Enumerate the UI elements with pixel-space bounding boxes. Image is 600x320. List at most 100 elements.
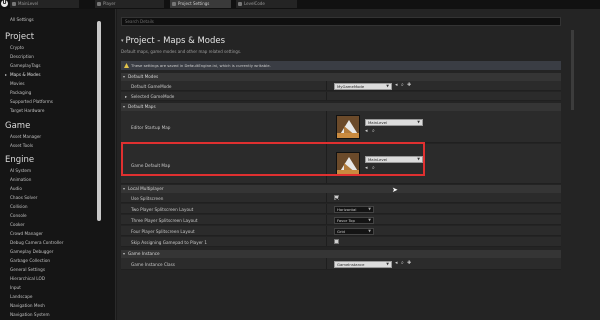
blueprint-icon [238,2,242,6]
expand-arrow-icon[interactable]: ▸ [125,94,127,99]
level-icon [12,2,16,6]
sidebar-item-packaging[interactable]: Packaging [10,90,31,96]
settings-sidebar: All Settings Project Crypto Description … [0,9,116,320]
search-input[interactable]: Search Details [121,17,561,26]
map-thumbnail[interactable] [336,115,360,139]
expand-arrow-icon: ▸ [5,72,8,77]
sidebar-all-settings[interactable]: All Settings [10,17,34,23]
annotation-highlight-box [121,142,425,176]
sidebar-item-crypto[interactable]: Crypto [10,45,24,51]
sidebar-item-console[interactable]: Console [10,213,27,219]
column-divider [326,111,327,142]
row-editor-startup-map: Editor Startup Map MainLevel ▼ ◂ ⌕ [121,111,561,143]
add-icon[interactable]: ✚ [407,82,411,88]
sidebar-item-collision[interactable]: Collision [10,204,28,210]
column-divider [326,81,327,90]
add-icon[interactable]: ✚ [407,260,411,266]
category-default-modes[interactable]: ▾ Default Modes [121,73,561,81]
sidebar-item-hierarchical-lod[interactable]: Hierarchical LOD [10,276,45,282]
column-divider [326,92,327,100]
chevron-down-icon: ▼ [368,218,371,222]
search-icon[interactable]: ⌕ [401,260,404,266]
tab-bar: U MainLevel Player Project Settings Leve… [0,0,600,9]
collapse-arrow-icon: ▾ [123,104,126,109]
sidebar-item-cooker[interactable]: Cooker [10,222,25,228]
sidebar-section-game: Game [5,121,31,131]
details-scrollbar[interactable] [571,30,574,110]
sidebar-item-description[interactable]: Description [10,54,34,60]
column-divider [326,258,327,269]
sidebar-item-garbage-collection[interactable]: Garbage Collection [10,258,50,264]
search-icon[interactable]: ⌕ [372,128,375,134]
sidebar-item-audio[interactable]: Audio [10,186,22,192]
sidebar-item-debug-camera-controller[interactable]: Debug Camera Controller [10,240,63,246]
three-player-layout-combo[interactable]: Favor Top ▼ [334,217,374,224]
browse-arrow-icon[interactable]: ◂ [365,128,368,134]
sidebar-item-gameplay-debugger[interactable]: Gameplay Debugger [10,249,53,255]
editor-startup-map-combo[interactable]: MainLevel ▼ [365,119,423,126]
config-notice: These settings are saved in DefaultEngin… [121,61,561,70]
category-game-instance[interactable]: ▾ Game Instance [121,250,561,258]
chevron-down-icon: ▼ [386,84,389,88]
search-icon[interactable]: ⌕ [401,82,404,88]
unreal-logo-icon: U [1,0,8,7]
sidebar-item-asset-manager[interactable]: Asset Manager [10,134,41,140]
row-three-player-layout: Three Player Splitscreen Layout Favor To… [121,215,561,225]
sidebar-item-landscape[interactable]: Landscape [10,294,33,300]
sidebar-scrollbar[interactable] [97,21,101,221]
tab-project-settings[interactable]: Project Settings [170,0,232,8]
four-player-layout-combo[interactable]: Grid ▼ [334,228,374,235]
row-skip-assigning-gamepad: Skip Assigning Gamepad to Player 1 [121,237,561,247]
sidebar-item-animation[interactable]: Animation [10,177,31,183]
column-divider [326,237,327,246]
tab-player[interactable]: Player [95,0,165,8]
warning-icon [124,63,129,68]
collapse-arrow-icon: ▾ [123,251,126,256]
category-default-maps[interactable]: ▾ Default Maps [121,103,561,111]
default-gamemode-combo[interactable]: MyGameMode ▼ [334,83,392,90]
sidebar-item-target-hardware[interactable]: Target Hardware [10,108,45,114]
sidebar-item-ai-system[interactable]: AI System [10,168,31,174]
browse-arrow-icon[interactable]: ◂ [395,82,398,88]
collapse-arrow-icon[interactable]: ▾ [121,38,124,44]
sidebar-item-asset-tools[interactable]: Asset Tools [10,143,33,149]
sidebar-section-project: Project [5,32,35,42]
use-splitscreen-checkbox[interactable] [334,195,339,200]
sidebar-item-navigation-mesh[interactable]: Navigation Mesh [10,303,45,309]
sidebar-item-crowd-manager[interactable]: Crowd Manager [10,231,43,237]
row-use-splitscreen: Use Splitscreen [121,193,561,203]
row-game-instance-class: Game Instance Class GameInstance ▼ ◂ ⌕ ✚ [121,258,561,270]
collapse-arrow-icon: ▾ [123,186,126,191]
settings-icon [172,2,176,6]
browse-arrow-icon[interactable]: ◂ [395,260,398,266]
column-divider [326,215,327,224]
column-divider [326,226,327,235]
row-default-gamemode: Default GameMode MyGameMode ▼ ◂ ⌕ ✚ [121,81,561,91]
chevron-down-icon: ▼ [417,120,420,124]
page-description: Default maps, game modes and other map r… [121,49,242,54]
row-four-player-layout: Four Player Splitscreen Layout Grid ▼ [121,226,561,236]
category-local-multiplayer[interactable]: ▾ Local Multiplayer [121,185,561,193]
chevron-down-icon: ▼ [386,262,389,266]
sidebar-item-maps-modes[interactable]: Maps & Modes [10,72,41,78]
two-player-layout-combo[interactable]: Horizontal ▼ [334,206,374,213]
skip-assigning-gamepad-checkbox[interactable] [334,239,339,244]
sidebar-item-movies[interactable]: Movies [10,81,25,87]
project-settings-window: U MainLevel Player Project Settings Leve… [0,0,600,320]
column-divider [326,193,327,202]
tab-mainlevel[interactable]: MainLevel [10,0,80,8]
collapse-arrow-icon: ▾ [123,74,126,79]
game-instance-class-combo[interactable]: GameInstance ▼ [334,261,392,268]
sidebar-item-gameplaytags[interactable]: GameplayTags [10,63,41,69]
tab-levelcode[interactable]: LevelCode [236,0,298,8]
sidebar-item-chaos-solver[interactable]: Chaos Solver [10,195,37,201]
thumbnail-shape [337,133,359,138]
blueprint-icon [97,2,101,6]
sidebar-item-navigation-system[interactable]: Navigation System [10,312,50,318]
sidebar-item-supported-platforms[interactable]: Supported Platforms [10,99,53,105]
sidebar-item-input[interactable]: Input [10,285,21,291]
row-two-player-layout: Two Player Splitscreen Layout Horizontal… [121,204,561,214]
sidebar-item-general-settings[interactable]: General Settings [10,267,45,273]
row-selected-gamemode: ▸ Selected GameMode [121,92,561,101]
chevron-down-icon: ▼ [368,229,371,233]
